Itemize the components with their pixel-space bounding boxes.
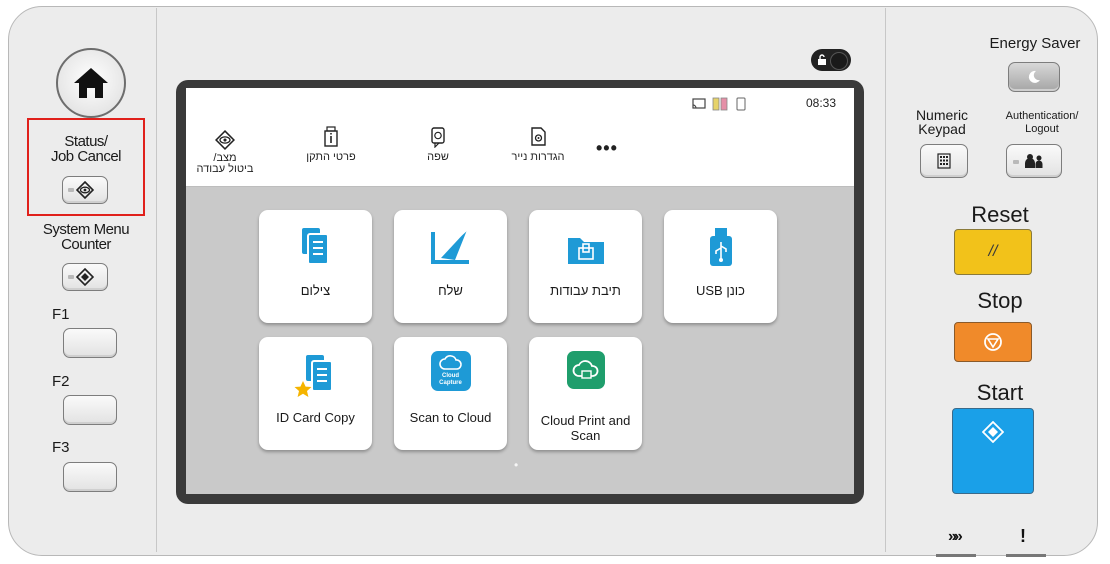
cloud-print-icon <box>566 351 605 389</box>
processing-led <box>936 554 976 557</box>
f2-button[interactable] <box>63 395 117 425</box>
f1-label: F1 <box>52 306 70 323</box>
f2-label: F2 <box>52 373 70 390</box>
job-box-icon <box>567 238 604 264</box>
quick-action-status[interactable]: מצב/ ביטול עבודה <box>196 130 254 175</box>
system-menu-button[interactable] <box>62 263 108 291</box>
id-card-copy-icon <box>294 355 333 397</box>
app-tile-send[interactable]: שלח <box>394 210 507 323</box>
clock: 08:33 <box>806 96 837 110</box>
moon-icon <box>1028 70 1040 83</box>
copy-icon <box>301 228 329 265</box>
users-icon <box>1025 154 1043 168</box>
quick-action-status-label: מצב/ ביטול עבודה <box>196 152 254 175</box>
system-menu-icon <box>76 268 94 286</box>
quick-action-paper-settings[interactable]: הגדרות נייר <box>498 126 578 163</box>
start-label: Start <box>976 380 1024 405</box>
toner-icon <box>712 97 728 111</box>
app-tile-id-card-copy[interactable]: ID Card Copy <box>259 337 372 450</box>
quick-action-paper-settings-label: הגדרות נייר <box>511 151 565 163</box>
app-tile-scan-to-cloud[interactable]: Cloud Capture Scan to Cloud <box>394 337 507 450</box>
numeric-keypad-label: Numeric Keypad <box>915 107 969 137</box>
authentication-logout-button[interactable] <box>1006 144 1062 178</box>
f3-label: F3 <box>52 439 70 456</box>
home-icon <box>74 68 108 98</box>
status-job-cancel-label: Status/ Job Cancel <box>50 133 122 165</box>
app-tile-cloud-print-scan-label: Cloud Print and Scan <box>540 413 631 443</box>
touch-screen: 08:33 מצב/ ביטול עבודה פרטי התקן שפה הגד… <box>186 88 854 494</box>
processing-indicator: »» <box>948 528 963 545</box>
device-info-icon <box>324 126 338 147</box>
app-tile-copy-label: צילום <box>300 283 331 298</box>
status-job-cancel-button[interactable] <box>62 176 108 204</box>
screen-top-bar: 08:33 מצב/ ביטול עבודה פרטי התקן שפה הגד… <box>186 88 854 187</box>
app-tile-scan-to-cloud-label: Scan to Cloud <box>409 410 492 425</box>
numeric-keypad-button[interactable] <box>920 144 968 178</box>
stop-label: Stop <box>977 288 1023 313</box>
energy-saver-button[interactable] <box>1008 62 1060 92</box>
app-tile-copy[interactable]: צילום <box>259 210 372 323</box>
app-tile-usb[interactable]: USB כונן <box>664 210 777 323</box>
paper-settings-icon <box>531 127 546 146</box>
authentication-logout-label: Authentication/ Logout <box>1005 110 1079 135</box>
app-tile-job-box[interactable]: תיבת עבודות <box>529 210 642 323</box>
app-tile-cloud-print-scan[interactable]: Cloud Print and Scan <box>529 337 642 450</box>
stop-icon <box>984 333 1002 351</box>
keypad-icon <box>937 153 951 169</box>
system-menu-counter-label: System Menu Counter <box>42 221 130 253</box>
stop-button[interactable] <box>954 322 1032 362</box>
reset-symbol: // <box>988 243 998 260</box>
quick-action-language-label: שפה <box>427 151 449 163</box>
app-tile-send-label: שלח <box>438 283 463 298</box>
attention-indicator: ! <box>1020 526 1026 546</box>
eye-diamond-icon <box>215 130 235 150</box>
app-tile-job-box-label: תיבת עבודות <box>550 283 621 298</box>
quick-action-language[interactable]: שפה <box>418 126 458 163</box>
cloud-capture-icon-text: Cloud Capture <box>439 373 462 386</box>
language-icon <box>431 127 445 148</box>
quick-action-device-info[interactable]: פרטי התקן <box>296 126 366 163</box>
usb-icon <box>709 228 732 266</box>
send-icon <box>430 229 469 264</box>
page-indicator: • <box>514 458 519 472</box>
start-button[interactable] <box>952 408 1034 494</box>
home-button[interactable] <box>56 48 126 118</box>
f3-button[interactable] <box>63 462 117 492</box>
eye-diamond-icon <box>76 181 94 199</box>
paper-level-icon <box>736 97 746 111</box>
app-tile-id-card-copy-label: ID Card Copy <box>276 410 355 425</box>
start-icon <box>982 421 1004 443</box>
reset-button[interactable]: // <box>954 229 1032 275</box>
lock-toggle[interactable] <box>811 49 851 71</box>
f1-button[interactable] <box>63 328 117 358</box>
unlock-icon <box>818 54 826 65</box>
energy-saver-label: Energy Saver <box>989 35 1081 52</box>
cast-icon <box>692 98 706 109</box>
more-options-button[interactable]: ••• <box>596 138 618 159</box>
app-tile-usb-label: USB כונן <box>696 283 745 298</box>
cloud-capture-icon: Cloud Capture <box>430 351 471 391</box>
quick-action-device-info-label: פרטי התקן <box>306 151 356 163</box>
reset-label: Reset <box>971 202 1029 227</box>
attention-led <box>1006 554 1046 557</box>
status-icons <box>692 96 762 112</box>
